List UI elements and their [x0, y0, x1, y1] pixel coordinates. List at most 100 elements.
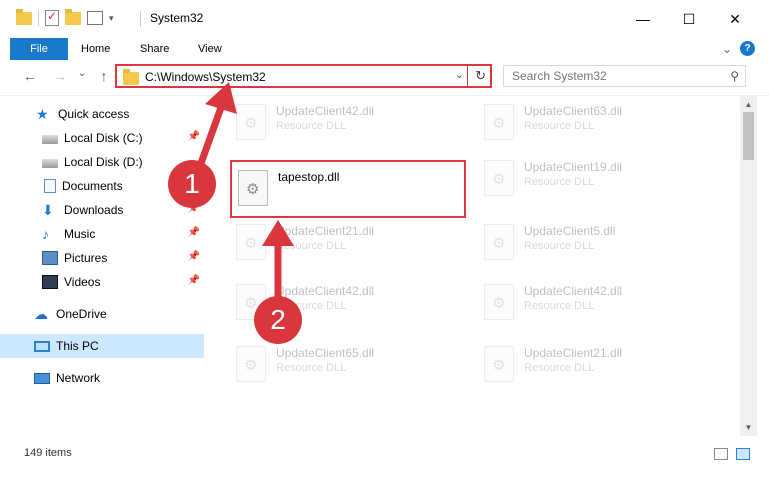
folder-icon[interactable]	[16, 8, 32, 25]
sidebar-item-music[interactable]: ♪ Music 📌	[0, 222, 204, 246]
close-button[interactable]: ✕	[712, 0, 758, 38]
sidebar-item-label: Quick access	[58, 107, 130, 121]
ribbon: File Home Share View ⌄ ?	[0, 38, 769, 60]
sidebar-item-label: This PC	[56, 339, 99, 353]
search-box[interactable]: ⚲	[503, 65, 746, 87]
pin-icon[interactable]: 📌	[188, 275, 200, 286]
this-pc-icon	[34, 340, 50, 352]
sidebar-item-this-pc[interactable]: This PC	[0, 334, 204, 358]
pin-icon[interactable]: 📌	[188, 251, 200, 262]
sidebar-item-label: Videos	[64, 275, 101, 289]
up-button[interactable]: ↑	[94, 68, 114, 84]
new-folder-icon[interactable]	[65, 8, 81, 25]
annotation-arrow-2	[262, 220, 294, 300]
title-bar: ▾ System32 — ☐ ✕	[0, 0, 769, 38]
music-icon: ♪	[42, 226, 49, 242]
sidebar-item-quick-access[interactable]: ★ Quick access	[0, 102, 204, 126]
sidebar-item-local-disk-c[interactable]: Local Disk (C:) 📌	[0, 126, 204, 150]
file-type: Resource DLL	[276, 120, 347, 132]
file-item[interactable]: UpdateClient65.dll Resource DLL	[230, 338, 460, 388]
file-name: UpdateClient21.dll	[524, 346, 623, 360]
file-type: Resource DLL	[524, 362, 595, 374]
vertical-scrollbar[interactable]: ▲ ▼	[740, 96, 757, 436]
file-item[interactable]: UpdateClient5.dll Resource DLL	[478, 216, 708, 266]
file-item-tapestop[interactable]: tapestop.dll	[230, 160, 466, 218]
pictures-icon	[42, 251, 58, 265]
dll-file-icon	[484, 224, 514, 260]
step-1-badge: 1	[168, 160, 216, 208]
back-button[interactable]: ←	[20, 68, 40, 84]
sidebar-item-videos[interactable]: Videos 📌	[0, 270, 204, 294]
file-name: UpdateClient19.dll	[524, 160, 623, 174]
file-name: UpdateClient42.dll	[276, 104, 375, 118]
search-icon[interactable]: ⚲	[730, 69, 739, 83]
sidebar-item-label: Pictures	[64, 251, 108, 265]
file-name: UpdateClient42.dll	[524, 284, 623, 298]
file-item[interactable]: UpdateClient19.dll Resource DLL	[478, 152, 708, 202]
sidebar-item-downloads[interactable]: ⬇ Downloads 📌	[0, 198, 204, 222]
file-item[interactable]: UpdateClient63.dll Resource DLL	[478, 96, 708, 146]
dll-file-icon	[484, 160, 514, 196]
large-icons-view-icon[interactable]	[736, 448, 750, 460]
file-type: Resource DLL	[524, 300, 595, 312]
folder-icon	[123, 69, 139, 85]
tab-home[interactable]: Home	[81, 38, 110, 60]
sidebar-item-label: Local Disk (D:)	[64, 155, 143, 169]
customize-toolbar-icon[interactable]: ▾	[109, 13, 114, 24]
help-icon[interactable]: ?	[740, 41, 755, 56]
file-type: Resource DLL	[524, 120, 595, 132]
star-icon: ★	[36, 106, 49, 122]
file-tab[interactable]: File	[10, 38, 68, 60]
address-divider	[467, 66, 468, 86]
refresh-icon[interactable]: ↻	[475, 68, 486, 84]
file-name: UpdateClient5.dll	[524, 224, 616, 238]
file-item[interactable]: UpdateClient42.dll Resource DLL	[230, 96, 460, 146]
address-dropdown-icon[interactable]: ⌄	[455, 68, 464, 81]
properties-icon[interactable]	[45, 9, 59, 26]
expand-ribbon-icon[interactable]: ⌄	[722, 42, 732, 56]
forward-button[interactable]: →	[50, 68, 70, 84]
file-name: UpdateClient63.dll	[524, 104, 623, 118]
file-type: Resource DLL	[276, 362, 347, 374]
file-name: tapestop.dll	[278, 170, 340, 184]
maximize-button[interactable]: ☐	[666, 0, 712, 38]
dll-file-icon	[484, 346, 514, 382]
onedrive-icon: ☁	[34, 306, 48, 322]
sidebar-item-network[interactable]: Network	[0, 366, 204, 390]
file-item[interactable]: UpdateClient21.dll Resource DLL	[478, 338, 708, 388]
minimize-button[interactable]: —	[620, 0, 666, 38]
network-icon	[34, 372, 50, 384]
dll-file-icon	[236, 346, 266, 382]
file-name: UpdateClient65.dll	[276, 346, 375, 360]
item-count: 149 items	[24, 447, 72, 459]
window-title: System32	[150, 11, 204, 25]
scroll-up-icon[interactable]: ▲	[740, 96, 757, 113]
address-bar[interactable]: C:\Windows\System32 ⌄ ↻	[115, 64, 492, 88]
dll-file-icon	[484, 104, 514, 140]
sidebar-item-onedrive[interactable]: ☁ OneDrive	[0, 302, 204, 326]
scroll-down-icon[interactable]: ▼	[740, 419, 757, 436]
status-bar: 149 items	[0, 444, 769, 466]
title-divider	[140, 11, 141, 27]
address-row: ← → ⌄ ↑ C:\Windows\System32 ⌄ ↻ ⚲	[0, 60, 769, 96]
tab-view[interactable]: View	[198, 38, 222, 60]
documents-icon	[44, 179, 56, 193]
dll-file-icon	[484, 284, 514, 320]
downloads-icon: ⬇	[42, 202, 54, 218]
scroll-thumb[interactable]	[743, 112, 754, 160]
sidebar-item-label: OneDrive	[56, 307, 107, 321]
view-options-icon[interactable]	[87, 11, 103, 25]
sidebar-item-label: Music	[64, 227, 96, 241]
sidebar-item-label: Documents	[62, 179, 123, 193]
file-item[interactable]: UpdateClient42.dll Resource DLL	[478, 276, 708, 326]
drive-icon	[42, 135, 58, 144]
sidebar-item-label: Local Disk (C:)	[64, 131, 143, 145]
file-type: Resource DLL	[524, 176, 595, 188]
tab-share[interactable]: Share	[140, 38, 169, 60]
search-input[interactable]	[504, 66, 714, 86]
recent-locations-button[interactable]: ⌄	[72, 68, 92, 79]
sidebar-item-pictures[interactable]: Pictures 📌	[0, 246, 204, 270]
details-view-icon[interactable]	[714, 448, 728, 460]
sidebar-item-label: Network	[56, 371, 101, 385]
pin-icon[interactable]: 📌	[188, 227, 200, 238]
